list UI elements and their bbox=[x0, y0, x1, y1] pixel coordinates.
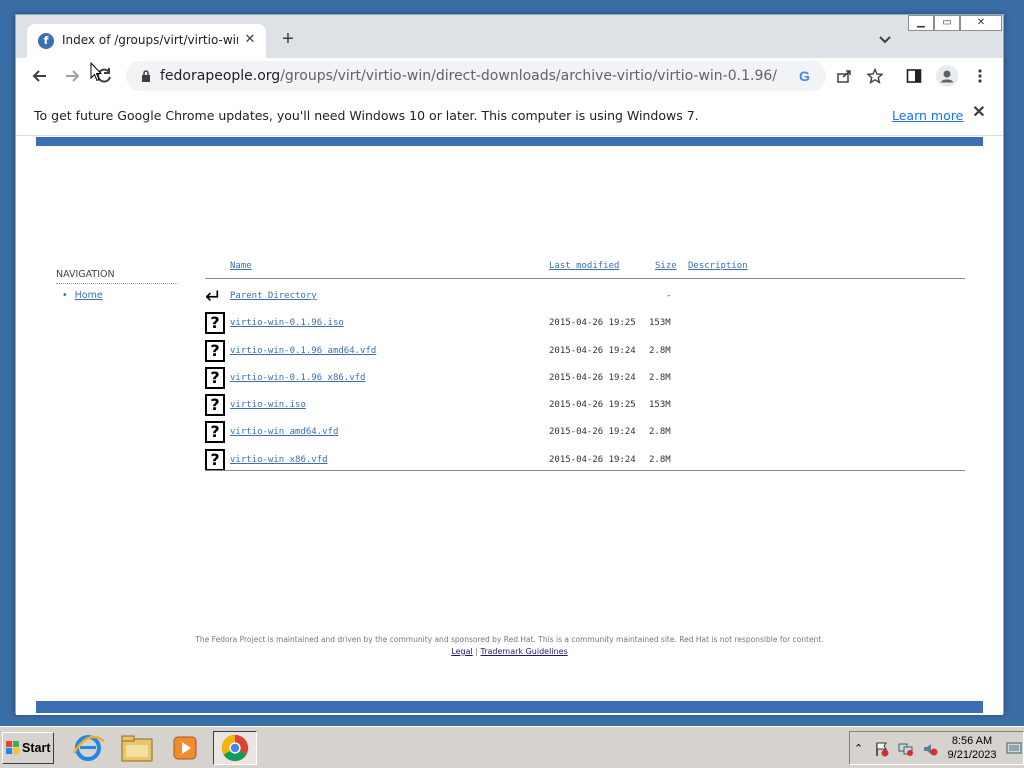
clock-date: 9/21/2023 bbox=[947, 749, 997, 761]
unknown-file-icon: ? bbox=[205, 421, 225, 443]
home-link[interactable]: Home bbox=[75, 290, 103, 301]
file-modified: 2015-04-26 19:25 bbox=[549, 400, 636, 410]
file-size: 2.8M bbox=[649, 373, 671, 383]
bookmark-star-icon[interactable] bbox=[867, 68, 883, 84]
footer-blue-bar bbox=[36, 701, 983, 713]
divider bbox=[205, 278, 965, 279]
file-link[interactable]: virtio-win_x86.vfd bbox=[230, 455, 328, 465]
lock-icon[interactable] bbox=[141, 70, 151, 82]
mouse-cursor-icon bbox=[90, 62, 102, 82]
unknown-file-icon: ? bbox=[205, 449, 225, 471]
windows-logo-icon bbox=[6, 741, 19, 754]
table-row: ? virtio-win-0.1.96.iso 2015-04-26 19:25… bbox=[205, 312, 965, 336]
tab-strip: f Index of /groups/virt/virtio-win/direc… bbox=[16, 15, 1003, 58]
footer-links: Legal | Trademark Guidelines bbox=[16, 647, 1003, 656]
url-text[interactable]: fedorapeople.org/groups/virt/virtio-win/… bbox=[160, 68, 777, 84]
footer-separator: | bbox=[475, 647, 478, 656]
parent-size: - bbox=[666, 291, 672, 301]
infobar-message: To get future Google Chrome updates, you… bbox=[34, 108, 699, 123]
file-size: 2.8M bbox=[649, 455, 671, 465]
file-modified: 2015-04-26 19:24 bbox=[549, 455, 636, 465]
chrome-taskbar-icon[interactable] bbox=[213, 731, 257, 765]
table-row: ↵ Parent Directory - bbox=[205, 285, 965, 309]
action-center-flag-icon[interactable] bbox=[874, 741, 890, 757]
table-row: ? virtio-win-0.1.96_x86.vfd 2015-04-26 1… bbox=[205, 367, 965, 391]
file-size: 153M bbox=[649, 318, 671, 328]
navigation-header: NAVIGATION bbox=[56, 269, 178, 284]
file-modified: 2015-04-26 19:24 bbox=[549, 346, 636, 356]
address-bar[interactable]: fedorapeople.org/groups/virt/virtio-win/… bbox=[126, 61, 826, 91]
new-tab-icon[interactable]: + bbox=[278, 29, 298, 50]
unknown-file-icon: ? bbox=[205, 394, 225, 416]
tab-title: Index of /groups/virt/virtio-win/direct-… bbox=[62, 33, 238, 47]
file-link[interactable]: virtio-win-0.1.96_x86.vfd bbox=[230, 373, 365, 383]
share-icon[interactable] bbox=[836, 68, 852, 84]
clock[interactable]: 8:56 AM 9/21/2023 bbox=[946, 734, 998, 762]
network-icon[interactable] bbox=[898, 741, 914, 757]
learn-more-link[interactable]: Learn more bbox=[892, 108, 963, 123]
update-infobar: To get future Google Chrome updates, you… bbox=[16, 96, 1003, 136]
google-lens-icon[interactable]: G bbox=[799, 68, 815, 84]
show-hidden-icons-icon[interactable]: ⌃ bbox=[854, 742, 863, 755]
file-size: 2.8M bbox=[649, 427, 671, 437]
table-row: ? virtio-win.iso 2015-04-26 19:25 153M bbox=[205, 394, 965, 418]
minimize-button[interactable]: ▁ bbox=[908, 15, 934, 31]
unknown-file-icon: ? bbox=[205, 340, 225, 362]
sort-description-link[interactable]: Description bbox=[688, 261, 748, 271]
volume-muted-icon[interactable] bbox=[922, 741, 938, 757]
legal-link[interactable]: Legal bbox=[451, 647, 472, 656]
back-folder-icon: ↵ bbox=[205, 284, 222, 308]
file-explorer-icon[interactable] bbox=[115, 731, 159, 765]
sort-name-link[interactable]: Name bbox=[230, 261, 252, 271]
infobar-close-icon[interactable]: ✕ bbox=[971, 105, 987, 121]
browser-tab[interactable]: f Index of /groups/virt/virtio-win/direc… bbox=[27, 24, 266, 58]
listing-header-row: Name Last modified Size Description bbox=[205, 261, 965, 275]
unknown-file-icon: ? bbox=[205, 312, 225, 334]
footer-text: The Fedora Project is maintained and dri… bbox=[195, 635, 824, 644]
file-link[interactable]: virtio-win-0.1.96.iso bbox=[230, 318, 344, 328]
internet-explorer-icon[interactable] bbox=[66, 731, 110, 765]
taskbar: Start ⌃ 8:56 AM 9/21/2023 bbox=[0, 726, 1024, 768]
tab-search-chevron-icon[interactable] bbox=[877, 31, 893, 47]
media-player-icon[interactable] bbox=[164, 731, 208, 765]
table-row: ? virtio-win-0.1.96_amd64.vfd 2015-04-26… bbox=[205, 340, 965, 364]
navigation-sidebar: NAVIGATION • Home bbox=[56, 269, 178, 301]
start-button[interactable]: Start bbox=[2, 732, 54, 764]
parent-directory-link[interactable]: Parent Directory bbox=[230, 291, 317, 301]
maximize-button[interactable]: ▭ bbox=[934, 15, 960, 31]
fedora-favicon-icon: f bbox=[38, 33, 54, 49]
page-content: NAVIGATION • Home Name Last modified Size… bbox=[16, 137, 1003, 715]
profile-avatar-icon[interactable] bbox=[936, 65, 958, 87]
chrome-menu-icon[interactable] bbox=[972, 68, 988, 84]
file-modified: 2015-04-26 19:24 bbox=[549, 427, 636, 437]
unknown-file-icon: ? bbox=[205, 367, 225, 389]
sort-modified-link[interactable]: Last modified bbox=[549, 261, 619, 271]
window-close-button[interactable]: ✕ bbox=[960, 15, 1002, 31]
file-link[interactable]: virtio-win-0.1.96_amd64.vfd bbox=[230, 346, 376, 356]
forward-arrow-icon[interactable] bbox=[62, 66, 82, 86]
file-size: 153M bbox=[649, 400, 671, 410]
browser-toolbar: fedorapeople.org/groups/virt/virtio-win/… bbox=[16, 58, 1003, 94]
system-tray: ⌃ 8:56 AM 9/21/2023 bbox=[849, 731, 1024, 765]
file-link[interactable]: virtio-win_amd64.vfd bbox=[230, 427, 338, 437]
sort-size-link[interactable]: Size bbox=[655, 261, 677, 271]
file-modified: 2015-04-26 19:25 bbox=[549, 318, 636, 328]
tab-close-icon[interactable]: ✕ bbox=[242, 31, 258, 47]
chrome-window: f Index of /groups/virt/virtio-win/direc… bbox=[15, 14, 1004, 715]
file-modified: 2015-04-26 19:24 bbox=[549, 373, 636, 383]
start-label: Start bbox=[22, 741, 51, 755]
show-desktop-icon[interactable] bbox=[1006, 740, 1022, 756]
file-link[interactable]: virtio-win.iso bbox=[230, 400, 306, 410]
clock-time: 8:56 AM bbox=[951, 735, 993, 747]
sidebar-item-home: • Home bbox=[62, 290, 103, 301]
divider bbox=[205, 470, 965, 471]
table-row: ? virtio-win_amd64.vfd 2015-04-26 19:24 … bbox=[205, 421, 965, 445]
header-blue-bar bbox=[36, 137, 983, 146]
side-panel-icon[interactable] bbox=[906, 68, 922, 84]
page-footer: The Fedora Project is maintained and dri… bbox=[16, 635, 1003, 656]
file-size: 2.8M bbox=[649, 346, 671, 356]
trademark-guidelines-link[interactable]: Trademark Guidelines bbox=[481, 647, 568, 656]
back-arrow-icon[interactable] bbox=[30, 66, 50, 86]
